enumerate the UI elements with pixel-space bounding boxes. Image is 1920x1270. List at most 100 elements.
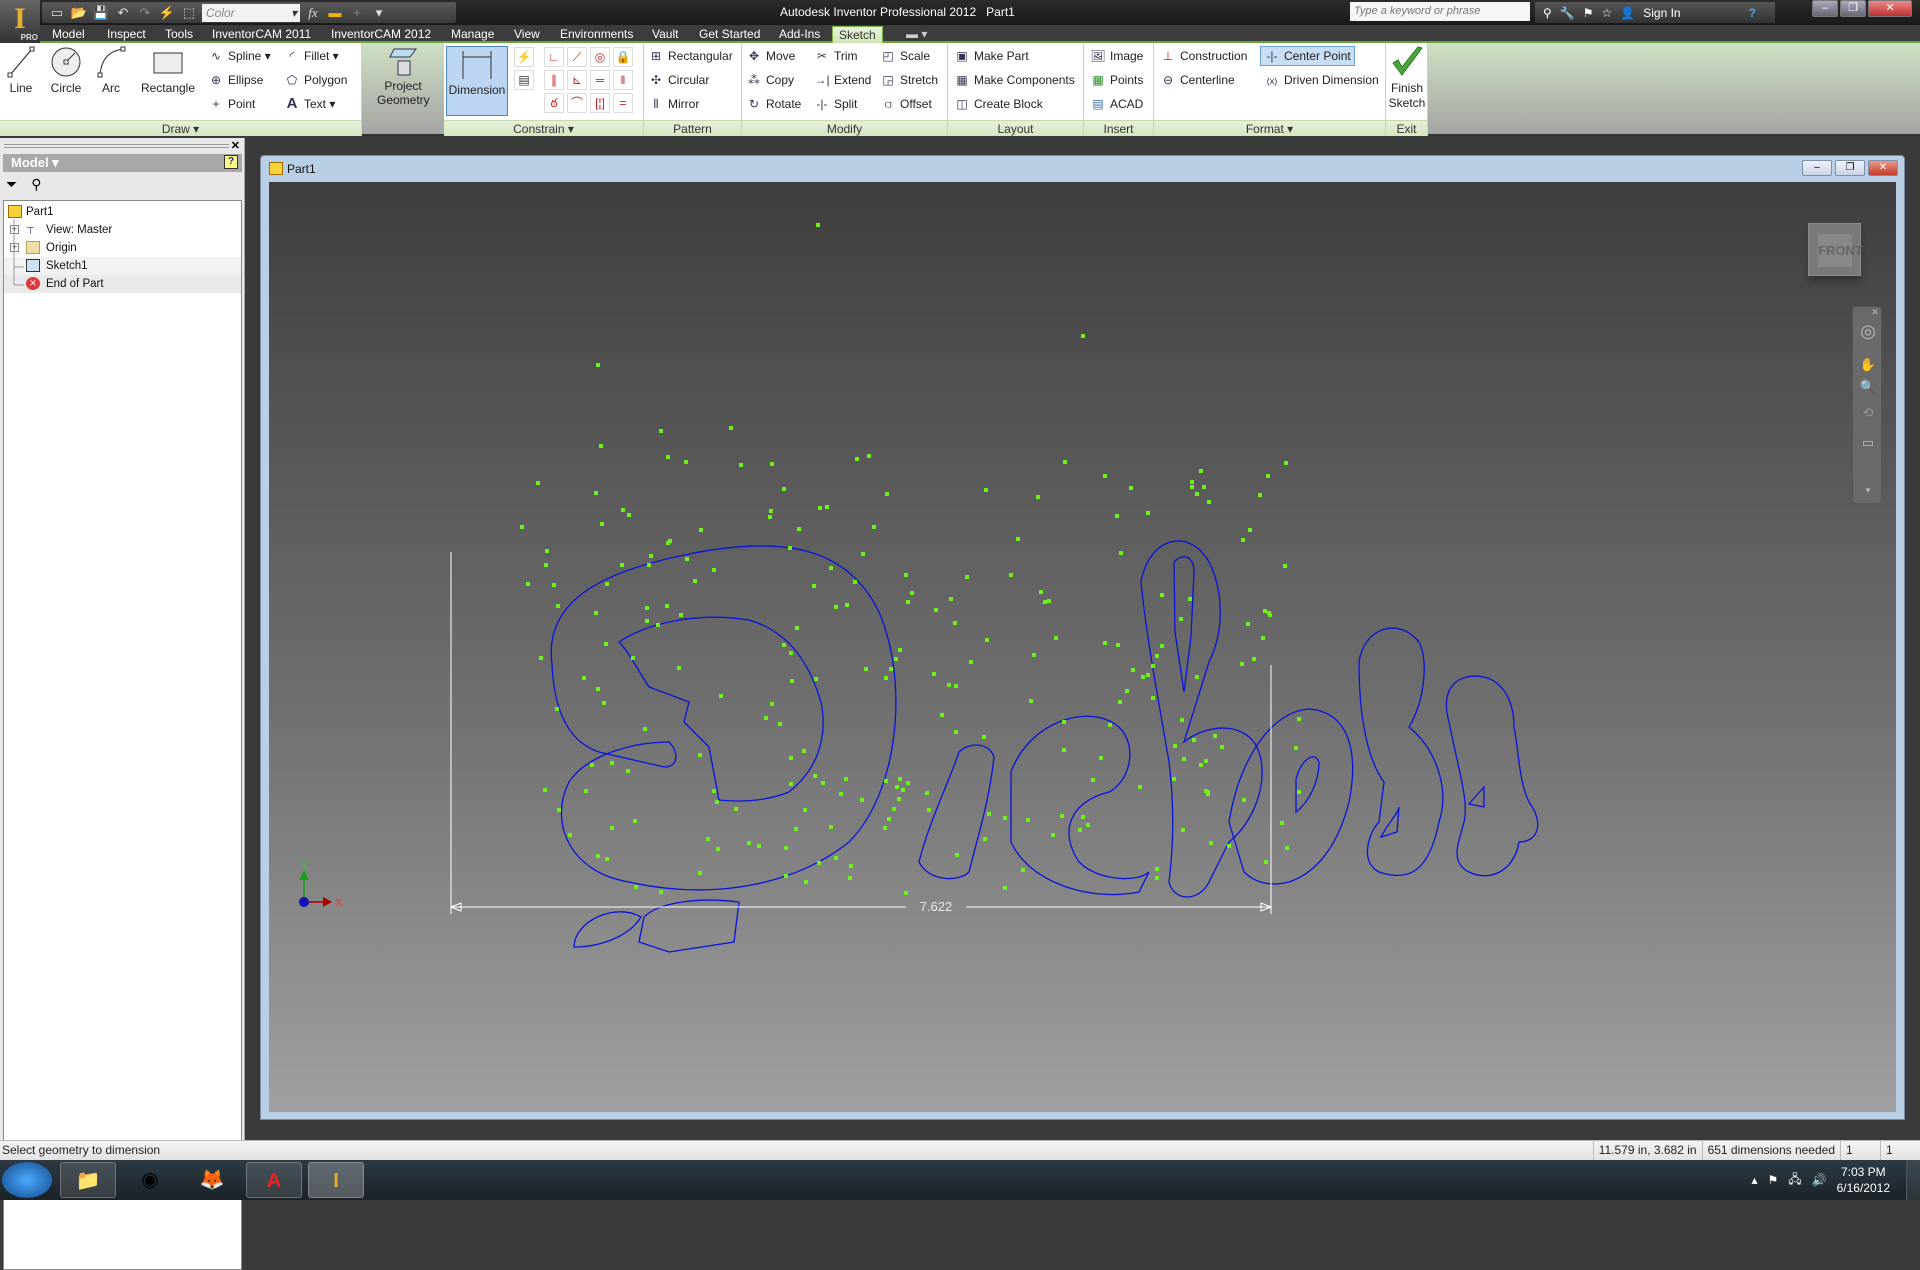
move-button[interactable]: ✥ Move	[746, 46, 795, 66]
rectangular-pattern-button[interactable]: ⊞ Rectangular	[648, 46, 733, 66]
spline-button[interactable]: ∿ Spline ▾	[208, 46, 271, 66]
windows-explorer-icon[interactable]: 📁	[60, 1162, 116, 1198]
navbar-options-icon[interactable]: ▾	[1858, 485, 1878, 496]
dimension-value[interactable]: 7.622	[920, 899, 953, 914]
constrain-panel-label[interactable]: Constrain ▾	[444, 120, 643, 136]
start-orb-icon[interactable]	[2, 1162, 52, 1198]
vertical-constraint-icon[interactable]: ‖	[613, 70, 633, 90]
browser-close-icon[interactable]: ✕	[231, 139, 240, 152]
update-icon[interactable]: ⚡	[158, 5, 176, 21]
zoom-icon[interactable]: 🔍	[1858, 379, 1878, 395]
browser-header[interactable]: Model ▾ ?	[3, 154, 242, 172]
centerline-button[interactable]: ⊖ Centerline	[1160, 70, 1235, 90]
draw-panel-label[interactable]: Draw ▾	[0, 120, 361, 136]
sketch-geometry[interactable]: 7.622 Y X	[269, 182, 1896, 1112]
doc-restore-button[interactable]: ❐	[1835, 160, 1865, 176]
action-center-flag-icon[interactable]: ⚑	[1768, 1173, 1779, 1187]
filter-icon[interactable]: ⏷	[6, 176, 17, 196]
split-button[interactable]: -|- Split	[814, 94, 857, 114]
trim-button[interactable]: ✂ Trim	[814, 46, 858, 66]
firefox-icon[interactable]: 🦊	[184, 1162, 240, 1198]
binoculars-icon[interactable]: ⚲	[1543, 6, 1552, 20]
construction-button[interactable]: ⊥ Construction	[1160, 46, 1248, 66]
application-menu-button[interactable]: I PRO	[0, 0, 40, 43]
insert-acad-button[interactable]: ▤ ACAD	[1090, 94, 1143, 114]
symmetric-constraint-icon[interactable]: [¦]	[590, 93, 610, 113]
fillet-button[interactable]: ◜ Fillet ▾	[284, 46, 339, 66]
fix-constraint-icon[interactable]: 🔒	[613, 47, 633, 67]
customize-icon[interactable]: ▾	[370, 5, 388, 21]
extend-button[interactable]: →| Extend	[814, 70, 871, 90]
color-select[interactable]: Color	[202, 3, 300, 22]
tab-view[interactable]: View	[508, 26, 546, 43]
network-icon[interactable]: 🖧	[1788, 1170, 1801, 1191]
dimension-button[interactable]: Dimension	[446, 46, 508, 116]
format-panel-label[interactable]: Format ▾	[1154, 120, 1385, 136]
tab-environments[interactable]: Environments	[554, 26, 639, 43]
sketch-canvas[interactable]: 7.622 Y X FRONT ✕ ◎ ✋ 🔍 ⟲ ▭ ▾	[269, 182, 1896, 1112]
arc-button[interactable]: Arc	[94, 45, 128, 95]
save-icon[interactable]: 💾	[92, 5, 110, 21]
chrome-icon[interactable]: ◉	[122, 1162, 178, 1198]
select-icon[interactable]: ⬚	[180, 5, 198, 21]
steering-wheel-icon[interactable]: ◎	[1858, 321, 1878, 342]
show-hidden-icons[interactable]: ▴	[1751, 1173, 1757, 1187]
plus-icon[interactable]: +	[348, 5, 366, 21]
star-icon[interactable]: ☆	[1602, 6, 1613, 20]
tab-inventorcam-2012[interactable]: InventorCAM 2012	[325, 26, 437, 43]
open-icon[interactable]: 📂	[70, 5, 88, 21]
coincident-constraint-icon[interactable]: ∟	[544, 47, 564, 67]
help-search-input[interactable]: Type a keyword or phrase	[1350, 2, 1530, 21]
key-icon[interactable]: 🔧	[1560, 6, 1575, 20]
insert-points-button[interactable]: ▦ Points	[1090, 70, 1143, 90]
show-desktop-button[interactable]	[1906, 1160, 1920, 1200]
redo-icon[interactable]: ↷	[136, 5, 154, 21]
ellipse-button[interactable]: ⊕ Ellipse	[208, 70, 263, 90]
restore-button[interactable]: ❐	[1840, 0, 1866, 17]
tab-inspect[interactable]: Inspect	[101, 26, 152, 43]
viewcube[interactable]: FRONT	[1808, 223, 1863, 276]
offset-button[interactable]: ⫏ Offset	[880, 94, 931, 114]
sign-in-button[interactable]: Sign In	[1643, 6, 1680, 20]
mirror-button[interactable]: ⫴ Mirror	[648, 94, 699, 114]
tab-get-started[interactable]: Get Started	[693, 26, 766, 43]
tangent-constraint-icon[interactable]: ఠ	[544, 93, 564, 113]
undo-icon[interactable]: ↶	[114, 5, 132, 21]
show-constraints-icon[interactable]: ▤	[514, 70, 534, 90]
create-block-button[interactable]: ◫ Create Block	[954, 94, 1042, 114]
point-button[interactable]: + Point	[208, 94, 255, 114]
finish-sketch-button[interactable]: Finish Sketch	[1386, 45, 1428, 111]
rotate-button[interactable]: ↻ Rotate	[746, 94, 801, 114]
copy-button[interactable]: ⁂ Copy	[746, 70, 794, 90]
polygon-button[interactable]: ⬠ Polygon	[284, 70, 348, 90]
smooth-constraint-icon[interactable]: ⌒	[567, 93, 587, 113]
rectangle-button[interactable]: Rectangle	[140, 45, 196, 95]
inventor-pro-icon[interactable]: I	[308, 1162, 364, 1198]
scale-button[interactable]: ◰ Scale	[880, 46, 930, 66]
viewcube-front-face[interactable]: FRONT	[1818, 234, 1863, 267]
circular-pattern-button[interactable]: ✣ Circular	[648, 70, 709, 90]
circle-button[interactable]: Circle	[46, 45, 86, 95]
center-point-button[interactable]: -|- Center Point	[1260, 46, 1355, 66]
parallel-constraint-icon[interactable]: ∥	[544, 70, 564, 90]
orbit-icon[interactable]: ⟲	[1858, 405, 1878, 421]
tab-inventorcam-2011[interactable]: InventorCAM 2011	[206, 26, 317, 43]
volume-icon[interactable]: 🔊	[1812, 1173, 1827, 1187]
make-components-button[interactable]: ▦ Make Components	[954, 70, 1074, 90]
find-binoculars-icon[interactable]: ⚲	[31, 176, 41, 196]
perpendicular-constraint-icon[interactable]: ⊾	[567, 70, 587, 90]
panel-visibility-icon[interactable]: ▬ ▾	[900, 26, 933, 43]
make-part-button[interactable]: ▣ Make Part	[954, 46, 1028, 66]
tab-add-ins[interactable]: Add-Ins	[773, 26, 826, 43]
browser-grip[interactable]	[4, 144, 229, 148]
minimize-button[interactable]: –	[1812, 0, 1838, 17]
doc-minimize-button[interactable]: –	[1802, 160, 1832, 176]
tab-vault[interactable]: Vault	[646, 26, 684, 43]
close-button[interactable]: ✕	[1868, 0, 1912, 17]
view-face-icon[interactable]: ▭	[1858, 435, 1878, 451]
auto-dimension-icon[interactable]: ⚡	[514, 47, 534, 67]
project-geometry-button[interactable]: Project Geometry	[372, 45, 434, 107]
stretch-button[interactable]: ◲ Stretch	[880, 70, 938, 90]
pan-hand-icon[interactable]: ✋	[1858, 357, 1878, 373]
horizontal-constraint-icon[interactable]: ═	[590, 70, 610, 90]
